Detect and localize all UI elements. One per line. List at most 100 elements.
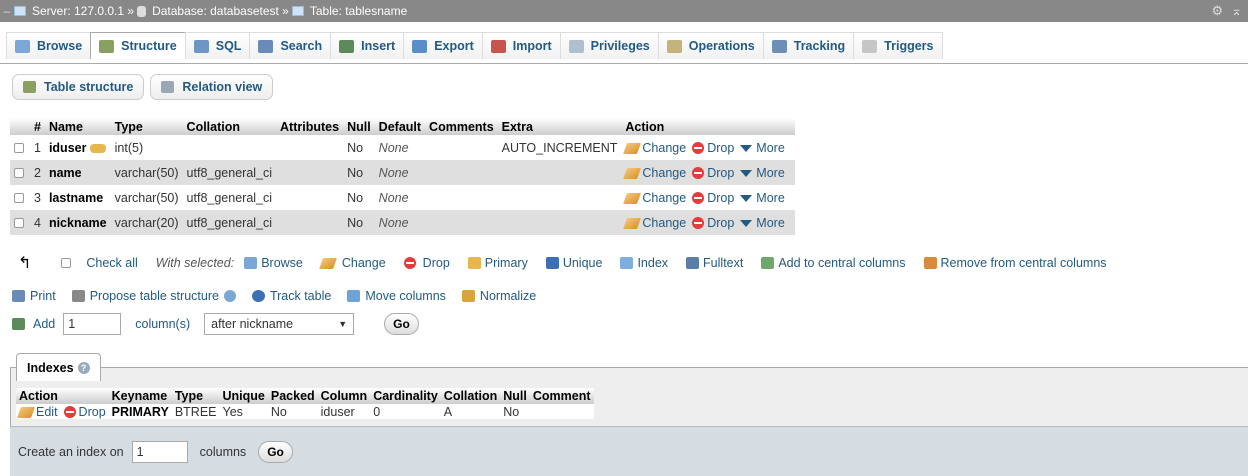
index-cardinality: 0 <box>370 404 441 419</box>
triggers-icon <box>862 39 878 53</box>
row-actions: Change Drop More <box>621 135 795 160</box>
bulk-primary-button[interactable]: Primary <box>467 256 528 270</box>
tab-structure[interactable]: Structure <box>90 32 186 59</box>
row-name[interactable]: nickname <box>44 210 111 235</box>
index-row: Edit Drop PRIMARY BTREE Yes No iduser 0 … <box>16 404 594 419</box>
check-all[interactable]: Check all <box>61 256 138 270</box>
propose-icon <box>71 290 85 302</box>
change-button[interactable]: Change <box>623 166 686 180</box>
columns-table: # Name Type Collation Attributes Null De… <box>10 118 795 235</box>
tab-label: Browse <box>37 39 83 53</box>
row-attributes <box>276 135 344 160</box>
row-checkbox[interactable] <box>10 210 30 235</box>
drop-icon <box>692 167 705 180</box>
tab-privileges[interactable]: Privileges <box>559 32 659 59</box>
chevron-down-icon: ▼ <box>338 319 348 329</box>
row-num: 3 <box>30 185 45 210</box>
row-null: No <box>343 135 375 160</box>
move-icon <box>347 290 361 302</box>
drop-button[interactable]: Drop <box>692 141 734 155</box>
bulk-fulltext-button[interactable]: Fulltext <box>686 256 743 270</box>
check-all-checkbox[interactable] <box>61 258 72 268</box>
move-columns-link[interactable]: Move columns <box>347 289 446 303</box>
relation-view-label: Relation view <box>182 80 263 94</box>
bulk-index-button[interactable]: Index <box>620 256 668 270</box>
row-checkbox[interactable] <box>10 185 30 210</box>
propose-structure-link[interactable]: Propose table structure <box>71 289 236 303</box>
breadcrumb-database[interactable]: Database: databasetest » <box>152 4 289 18</box>
add-column-go-button[interactable]: Go <box>384 313 419 335</box>
tab-export[interactable]: Export <box>403 32 483 59</box>
idx-header-column: Column <box>317 388 371 404</box>
row-num: 2 <box>30 160 45 185</box>
index-edit-link[interactable]: Edit <box>16 404 61 419</box>
add-column-count-input[interactable] <box>63 313 122 335</box>
check-all-label[interactable]: Check all <box>86 256 137 270</box>
settings-gear-icon[interactable]: ⚙ <box>1211 3 1223 19</box>
drop-button[interactable]: Drop <box>692 166 734 180</box>
tab-sql[interactable]: SQL <box>184 32 251 59</box>
row-name[interactable]: iduser <box>44 135 111 160</box>
create-index-go-button[interactable]: Go <box>258 440 293 463</box>
bulk-browse-button[interactable]: Browse <box>244 256 303 270</box>
server-icon <box>14 6 26 16</box>
idx-header-packed: Packed <box>267 388 318 404</box>
row-null: No <box>343 210 375 235</box>
help-icon[interactable] <box>223 290 236 302</box>
more-button[interactable]: More <box>740 191 785 205</box>
tab-triggers[interactable]: Triggers <box>853 32 943 59</box>
relation-view-button[interactable]: Relation view <box>150 74 274 100</box>
structure-icon <box>23 81 36 93</box>
index-drop-link[interactable]: Drop <box>60 404 109 419</box>
print-link[interactable]: Print <box>12 289 56 303</box>
change-button[interactable]: Change <box>623 191 686 205</box>
breadcrumb: Server: 127.0.0.1 » Database: databasete… <box>14 4 407 18</box>
more-button[interactable]: More <box>740 216 785 230</box>
tracking-icon <box>771 39 787 53</box>
help-icon[interactable]: ? <box>77 361 90 374</box>
breadcrumb-server[interactable]: Server: 127.0.0.1 » <box>32 4 134 18</box>
tab-search[interactable]: Search <box>249 32 332 59</box>
column-position-select[interactable]: after nickname ▼ <box>204 313 355 335</box>
more-button[interactable]: More <box>740 141 785 155</box>
tab-import[interactable]: Import <box>481 32 561 59</box>
tab-label: Triggers <box>884 39 934 53</box>
create-index-count-input[interactable] <box>131 440 188 463</box>
tab-operations[interactable]: Operations <box>657 32 764 59</box>
bulk-change-button[interactable]: Change <box>318 256 386 270</box>
tab-tracking[interactable]: Tracking <box>762 32 855 59</box>
drop-icon <box>403 257 416 269</box>
row-type: varchar(50) <box>110 185 183 210</box>
breadcrumb-table[interactable]: Table: tablesname <box>310 4 407 18</box>
track-table-link[interactable]: Track table <box>251 289 331 303</box>
row-collation: utf8_general_ci <box>182 185 277 210</box>
row-checkbox[interactable] <box>10 135 30 160</box>
row-name[interactable]: name <box>44 160 111 185</box>
change-button[interactable]: Change <box>623 141 686 155</box>
chevron-down-icon <box>740 144 753 152</box>
row-name[interactable]: lastname <box>44 185 111 210</box>
add-central-columns-button[interactable]: Add to central columns <box>761 256 906 270</box>
more-button[interactable]: More <box>740 166 785 180</box>
remove-central-columns-button[interactable]: Remove from central columns <box>923 256 1107 270</box>
row-checkbox[interactable] <box>10 160 30 185</box>
header-num: # <box>30 118 45 135</box>
row-default: None <box>374 210 426 235</box>
bulk-unique-button[interactable]: Unique <box>545 256 602 270</box>
tab-label: Tracking <box>793 39 846 53</box>
normalize-link[interactable]: Normalize <box>461 289 536 303</box>
drop-button[interactable]: Drop <box>692 191 734 205</box>
collapse-up-icon[interactable]: ⌅ <box>1231 3 1242 19</box>
bulk-drop-button[interactable]: Drop <box>403 256 450 270</box>
columns-unit-label: column(s) <box>135 317 191 331</box>
tab-label: SQL <box>215 39 242 53</box>
drop-button[interactable]: Drop <box>692 216 734 230</box>
fulltext-icon <box>686 257 700 269</box>
collapse-icon[interactable]: – <box>0 4 14 18</box>
table-structure-button[interactable]: Table structure <box>12 74 145 100</box>
change-button[interactable]: Change <box>623 216 686 230</box>
index-type: BTREE <box>171 404 220 419</box>
tab-browse[interactable]: Browse <box>6 32 92 59</box>
row-extra <box>497 160 622 185</box>
tab-insert[interactable]: Insert <box>330 32 405 59</box>
